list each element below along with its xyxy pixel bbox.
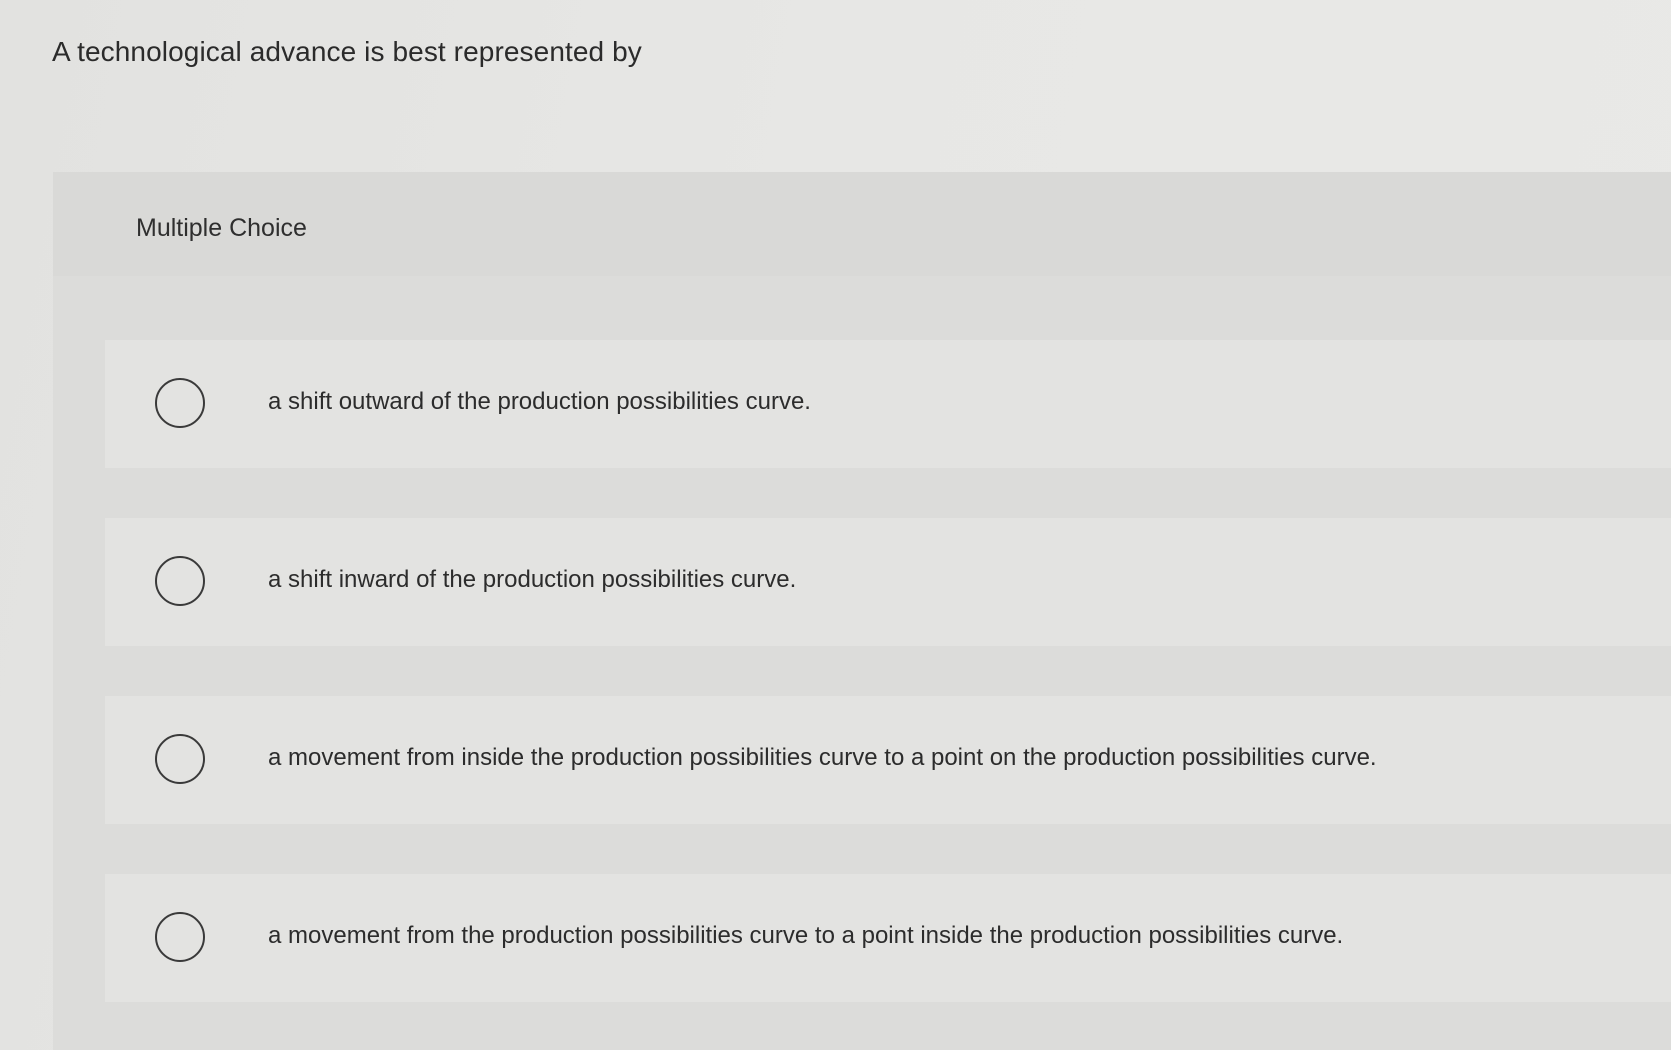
- panel-header: Multiple Choice: [53, 172, 1671, 276]
- option-c[interactable]: a movement from inside the production po…: [105, 696, 1671, 824]
- option-label[interactable]: a shift outward of the production possib…: [268, 388, 811, 416]
- radio-button-icon[interactable]: [155, 734, 205, 784]
- option-label[interactable]: a shift inward of the production possibi…: [268, 566, 796, 594]
- panel-title: Multiple Choice: [136, 214, 307, 242]
- page: A technological advance is best represen…: [0, 0, 1671, 1050]
- option-b[interactable]: a shift inward of the production possibi…: [105, 518, 1671, 646]
- option-a[interactable]: a shift outward of the production possib…: [105, 340, 1671, 468]
- radio-button-icon[interactable]: [155, 912, 205, 962]
- multiple-choice-panel: Multiple Choice a shift outward of the p…: [53, 172, 1671, 1050]
- question-text: A technological advance is best represen…: [52, 36, 642, 67]
- option-label[interactable]: a movement from the production possibili…: [268, 922, 1343, 950]
- radio-button-icon[interactable]: [155, 378, 205, 428]
- option-d[interactable]: a movement from the production possibili…: [105, 874, 1671, 1002]
- radio-button-icon[interactable]: [155, 556, 205, 606]
- option-label[interactable]: a movement from inside the production po…: [268, 744, 1377, 772]
